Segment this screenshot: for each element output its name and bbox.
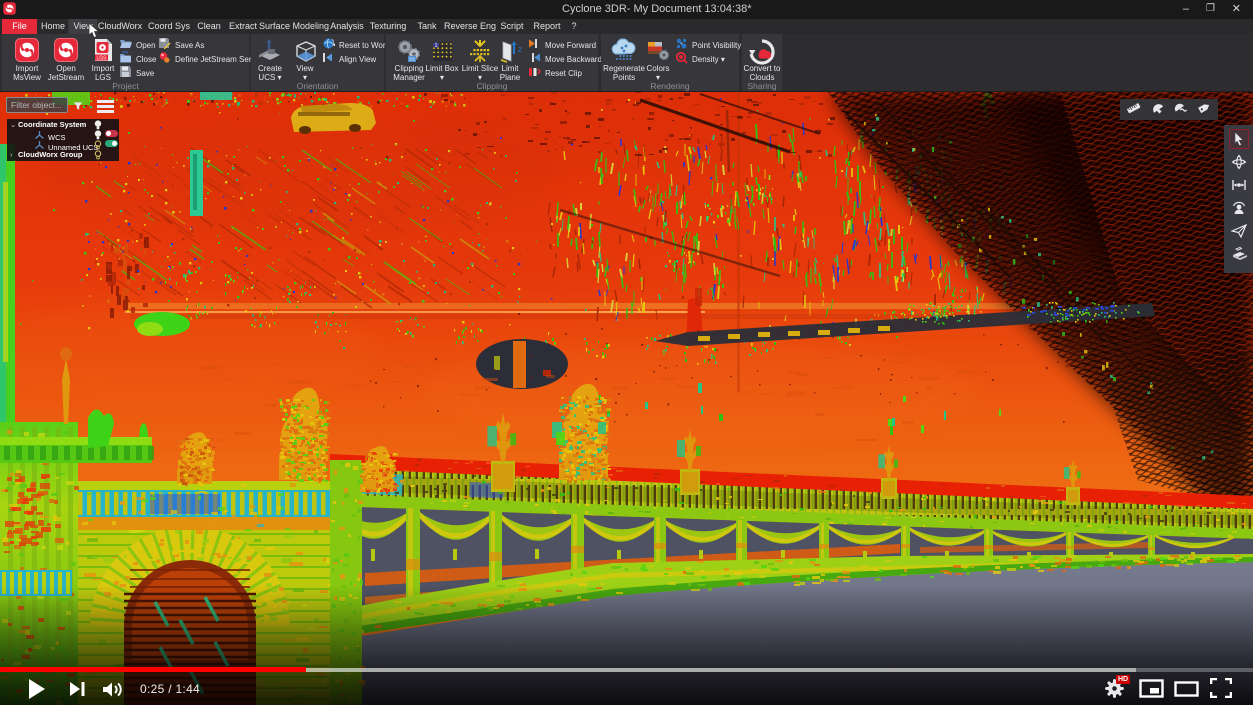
svg-text:z: z <box>518 45 522 54</box>
svg-text:LGS: LGS <box>96 56 107 62</box>
svg-text:1: 1 <box>434 43 437 49</box>
